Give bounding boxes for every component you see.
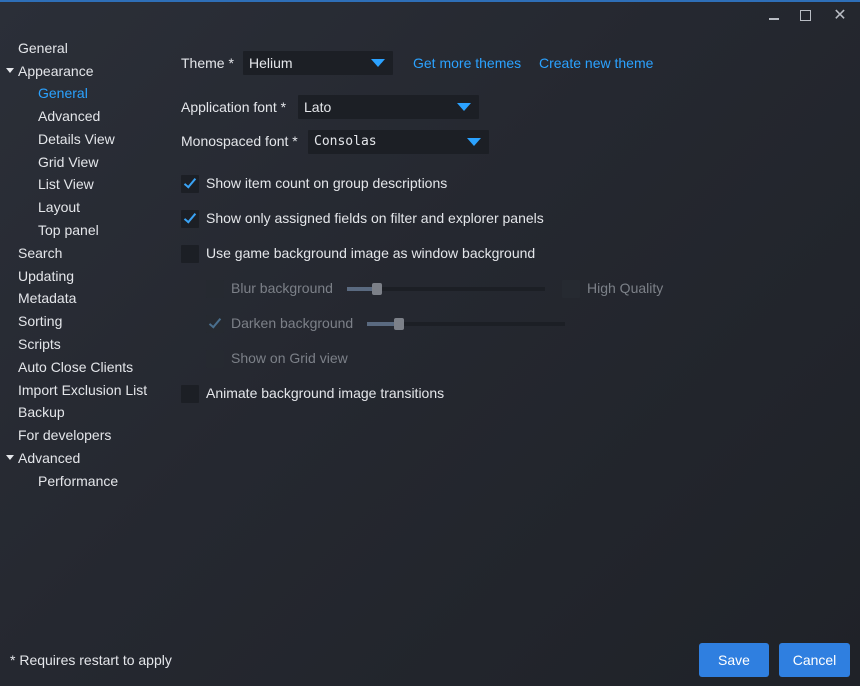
dropdown-arrow-icon [457,103,471,111]
show-assigned-fields-checkbox[interactable] [181,210,199,228]
minimize-button[interactable] [764,6,784,26]
sidebar-item-appearance-advanced[interactable]: Advanced [0,105,100,127]
sidebar-item-for-developers[interactable]: For developers [0,424,111,446]
game-background-checkbox[interactable] [181,245,199,263]
sidebar-item-details-view[interactable]: Details View [0,128,115,150]
high-quality-checkbox[interactable] [562,280,580,298]
sidebar-item-general[interactable]: General [0,37,68,59]
blur-slider-thumb[interactable] [372,283,382,295]
save-button[interactable]: Save [699,643,769,677]
show-on-grid-view-label: Show on Grid view [231,350,348,366]
sidebar-item-appearance-general[interactable]: General [0,82,88,104]
sidebar-item-search[interactable]: Search [0,242,62,264]
cancel-button[interactable]: Cancel [779,643,850,677]
window-accent-line [0,0,860,2]
checkmark-icon [208,315,222,329]
theme-dropdown[interactable]: Helium [243,51,393,75]
monospaced-font-value: Consolas [314,134,377,149]
blur-slider[interactable] [347,283,545,295]
maximize-icon [800,10,811,21]
theme-label: Theme * [181,55,234,71]
sidebar-item-metadata[interactable]: Metadata [0,287,76,309]
blur-background-checkbox[interactable] [206,280,224,298]
sidebar-item-sorting[interactable]: Sorting [0,310,62,332]
sidebar-item-layout[interactable]: Layout [0,196,80,218]
caret-down-icon[interactable] [6,68,14,73]
sidebar-item-appearance[interactable]: Appearance [0,60,94,82]
sidebar-item-list-view[interactable]: List View [0,173,94,195]
darken-slider-thumb[interactable] [394,318,404,330]
minimize-icon [769,18,779,20]
game-background-label: Use game background image as window back… [206,245,536,261]
sidebar-item-updating[interactable]: Updating [0,265,74,287]
sidebar-item-scripts[interactable]: Scripts [0,333,61,355]
checkmark-icon [183,210,197,224]
sidebar-item-import-exclusion-list[interactable]: Import Exclusion List [0,379,147,401]
theme-value: Helium [249,55,293,71]
monospaced-font-label: Monospaced font * [181,133,298,149]
darken-background-checkbox[interactable] [206,315,224,333]
application-font-value: Lato [304,99,332,115]
application-font-dropdown[interactable]: Lato [298,95,479,119]
caret-down-icon[interactable] [6,455,14,460]
sidebar-item-grid-view[interactable]: Grid View [0,151,98,173]
show-assigned-fields-label: Show only assigned fields on filter and … [206,210,544,226]
blur-background-label: Blur background [231,280,333,296]
animate-transitions-label: Animate background image transitions [206,385,445,401]
dropdown-arrow-icon [467,138,481,146]
sidebar-item-top-panel[interactable]: Top panel [0,219,99,241]
maximize-button[interactable] [796,6,816,26]
high-quality-label: High Quality [587,280,664,296]
monospaced-font-dropdown[interactable]: Consolas [308,130,489,154]
create-new-theme-link[interactable]: Create new theme [539,53,653,73]
sidebar-item-backup[interactable]: Backup [0,401,65,423]
show-item-count-checkbox[interactable] [181,175,199,193]
application-font-label: Application font * [181,99,287,115]
sidebar-item-performance[interactable]: Performance [0,470,118,492]
close-button[interactable]: ✕ [830,6,850,26]
close-icon: ✕ [833,7,847,24]
show-item-count-label: Show item count on group descriptions [206,175,448,191]
get-more-themes-link[interactable]: Get more themes [413,53,521,73]
sidebar-item-advanced[interactable]: Advanced [0,447,80,469]
sidebar-item-auto-close-clients[interactable]: Auto Close Clients [0,356,133,378]
restart-footnote: * Requires restart to apply [10,652,172,668]
checkmark-icon [183,175,197,189]
darken-slider[interactable] [367,318,565,330]
animate-transitions-checkbox[interactable] [181,385,199,403]
show-on-grid-view-checkbox[interactable] [206,350,224,368]
darken-background-label: Darken background [231,315,354,331]
dropdown-arrow-icon [371,59,385,67]
